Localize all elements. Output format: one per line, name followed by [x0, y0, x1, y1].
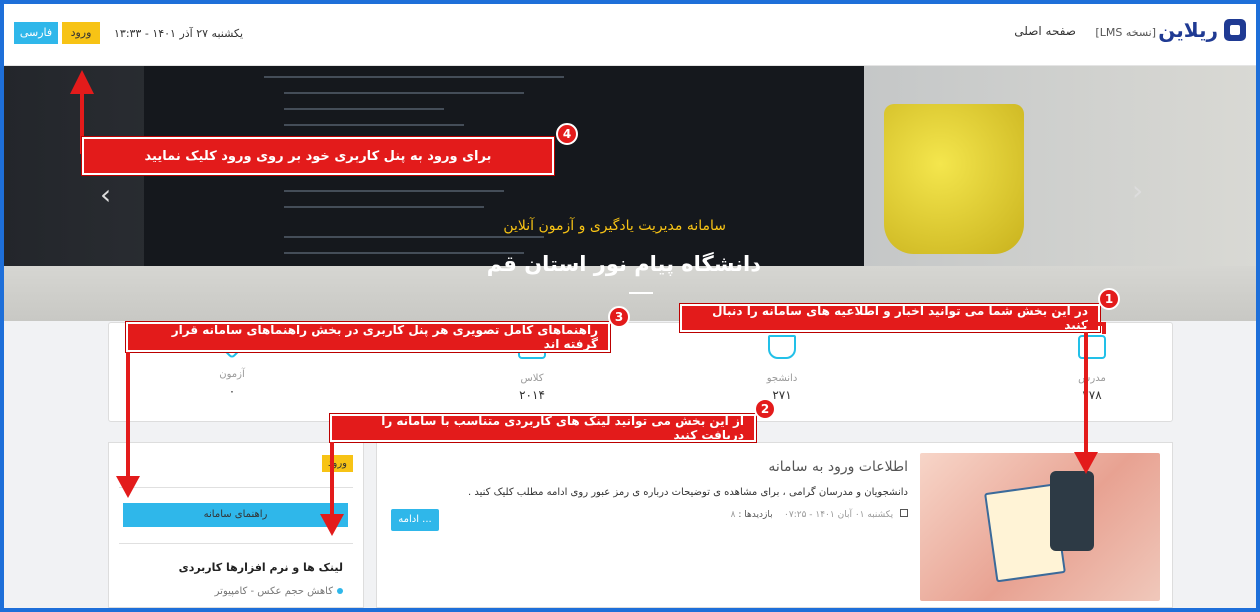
- post-excerpt: دانشجویان و مدرسان گرامی ، برای مشاهده ی…: [467, 487, 908, 498]
- hero-slider: ‹ › سامانه مدیریت یادگیری و آزمون آنلاین…: [4, 66, 1256, 321]
- annotation-arrowhead-1: [1074, 452, 1098, 474]
- link-item[interactable]: کاهش حجم عکس - کامپیوتر: [215, 586, 343, 597]
- annotation-text: راهنماهای کامل تصویری هر پنل کاربری در ب…: [171, 323, 598, 351]
- annotation-badge-2: 2: [754, 398, 776, 420]
- annotation-badge-1: 1: [1098, 288, 1120, 310]
- sidebar-login-badge[interactable]: ورود: [322, 455, 353, 472]
- annotation-arrowhead-2: [320, 514, 344, 536]
- stat-label: مدرس: [1078, 373, 1106, 384]
- annotation-arrow-3: [126, 352, 130, 478]
- divider: [119, 543, 353, 544]
- hero-title: دانشگاه پیام نور استان قم: [486, 252, 761, 276]
- hero-subtitle: سامانه مدیریت یادگیری و آزمون آنلاین: [503, 218, 726, 234]
- annotation-arrow-1: [1084, 332, 1088, 454]
- system-guide-button[interactable]: راهنمای سامانه: [123, 503, 348, 527]
- stat-student: دانشجو ۲۷۱: [722, 335, 842, 402]
- annotation-callout-4: برای ورود به پنل کاربری خود بر روی ورود …: [81, 136, 555, 176]
- post-thumbnail[interactable]: [920, 453, 1160, 601]
- views-count: ۸: [730, 510, 736, 520]
- phone-illustration: [1050, 471, 1094, 551]
- bullet-icon: [337, 588, 343, 594]
- annotation-badge-4: 4: [556, 123, 578, 145]
- stat-value: ۰: [228, 384, 236, 398]
- annotation-badge-3: 3: [608, 306, 630, 328]
- useful-links-heading: لینک ها و نرم افزارها کاربردی: [178, 561, 343, 574]
- stat-teacher: مدرس ۲۷۸: [1032, 335, 1152, 402]
- annotation-callout-3: راهنماهای کامل تصویری هر پنل کاربری در ب…: [125, 321, 611, 353]
- annotation-arrowhead-4: [70, 70, 94, 94]
- annotation-text: برای ورود به پنل کاربری خود بر روی ورود …: [144, 148, 492, 164]
- stat-label: دانشجو: [766, 373, 798, 384]
- post-meta: یکشنبه ۰۱ آبان ۱۴۰۱ - ۰۷:۲۵ بازدیدها : ۸: [731, 509, 908, 520]
- mug-image: [884, 104, 1024, 254]
- stat-value: ۲۷۸: [1082, 388, 1102, 402]
- slider-prev-arrow[interactable]: ‹: [100, 178, 111, 211]
- stat-value: ۲۰۱۴: [519, 388, 545, 402]
- home-link[interactable]: صفحه اصلی: [1014, 24, 1076, 38]
- calendar-icon: [900, 509, 908, 517]
- login-button[interactable]: ورود: [62, 22, 100, 44]
- logo-icon: [1224, 19, 1246, 41]
- annotation-text: از این بخش می توانید لینک های کاربردی مت…: [381, 414, 744, 442]
- current-datetime: یکشنبه ۲۷ آذر ۱۴۰۱ - ۱۳:۳۳: [114, 27, 244, 40]
- graduation-cap-icon: [768, 335, 796, 359]
- divider: [119, 487, 353, 488]
- hero-divider: [629, 292, 653, 294]
- site-logo[interactable]: ریلاین: [1158, 18, 1246, 42]
- read-more-button[interactable]: ادامه ...: [391, 509, 439, 531]
- logo-text: ریلاین: [1158, 18, 1218, 42]
- news-post-card: اطلاعات ورود به سامانه دانشجویان و مدرسا…: [376, 442, 1173, 608]
- slider-next-arrow[interactable]: ›: [1132, 174, 1143, 207]
- post-title[interactable]: اطلاعات ورود به سامانه: [768, 459, 908, 475]
- annotation-arrow-2: [330, 442, 334, 516]
- annotation-arrowhead-3: [116, 476, 140, 498]
- top-navbar: ریلاین [نسخه LMS] صفحه اصلی یکشنبه ۲۷ آذ…: [4, 4, 1256, 66]
- views-label: بازدیدها :: [738, 510, 773, 520]
- link-item-label: کاهش حجم عکس - کامپیوتر: [214, 586, 333, 597]
- annotation-callout-2: از این بخش می توانید لینک های کاربردی مت…: [329, 413, 757, 443]
- post-date: یکشنبه ۰۱ آبان ۱۴۰۱ - ۰۷:۲۵: [784, 510, 894, 520]
- annotation-arrow-1c: [1102, 322, 1106, 334]
- stat-value: ۲۷۱: [772, 388, 792, 402]
- language-button[interactable]: فارسی: [14, 22, 58, 44]
- version-label: [نسخه LMS]: [1095, 26, 1156, 39]
- stat-label: آزمون: [219, 369, 245, 380]
- teacher-icon: [1078, 335, 1106, 359]
- page-frame: ریلاین [نسخه LMS] صفحه اصلی یکشنبه ۲۷ آذ…: [4, 4, 1256, 608]
- stat-label: کلاس: [520, 373, 544, 384]
- annotation-callout-1: در این بخش شما می توانید اخبار و اطلاعیه…: [679, 303, 1101, 333]
- annotation-text: در این بخش شما می توانید اخبار و اطلاعیه…: [712, 304, 1088, 332]
